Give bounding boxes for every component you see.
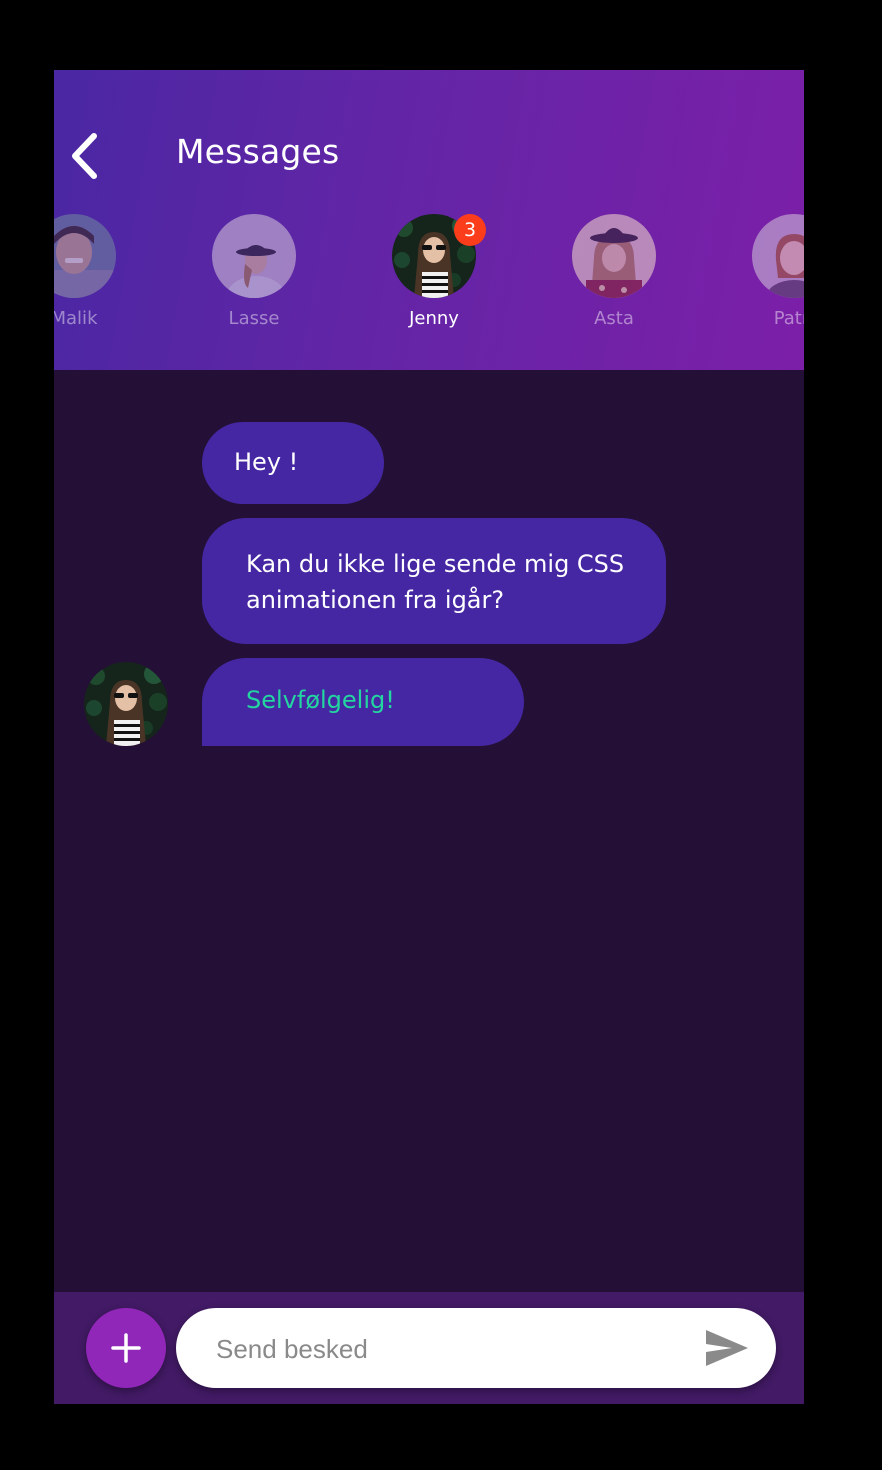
chat-screen: Messages Malik Lasse 3 Jenny Asta Pat He… [54,70,804,1404]
contact-name: Lasse [228,308,280,329]
contact-asta[interactable]: Asta [544,214,684,334]
message-text: Kan du ikke lige sende mig CSS animation… [246,550,625,614]
avatar [212,214,296,298]
message-text: Hey ! [234,448,299,476]
message-bubble: Kan du ikke lige sende mig CSS animation… [202,518,666,644]
message-input[interactable] [214,1308,688,1390]
contact-name: Malik [54,308,98,329]
avatar [752,214,804,298]
contact-jenny[interactable]: 3 Jenny [364,214,504,334]
contact-patri[interactable]: Patri [724,214,804,334]
composer-bar [54,1292,804,1404]
avatar [54,214,116,298]
message-bubble: Hey ! [202,422,384,504]
send-button[interactable] [702,1326,752,1370]
avatar [84,662,168,746]
avatar [572,214,656,298]
plus-icon [111,1333,141,1363]
contact-name: Patri [773,308,804,329]
send-icon [706,1330,748,1366]
add-button[interactable] [86,1308,166,1388]
message-input-container [176,1308,776,1390]
header: Messages Malik Lasse 3 Jenny Asta Pat [54,70,804,370]
contact-malik[interactable]: Malik [54,214,144,334]
reply-bubble: Selvfølgelig! [202,658,524,746]
unread-badge: 3 [454,214,486,246]
contact-name: Asta [594,308,634,329]
contact-name: Jenny [409,308,459,329]
contact-strip[interactable]: Malik Lasse 3 Jenny Asta Pat [54,70,804,370]
contact-lasse[interactable]: Lasse [184,214,324,334]
message-text: Selvfølgelig! [246,686,395,714]
